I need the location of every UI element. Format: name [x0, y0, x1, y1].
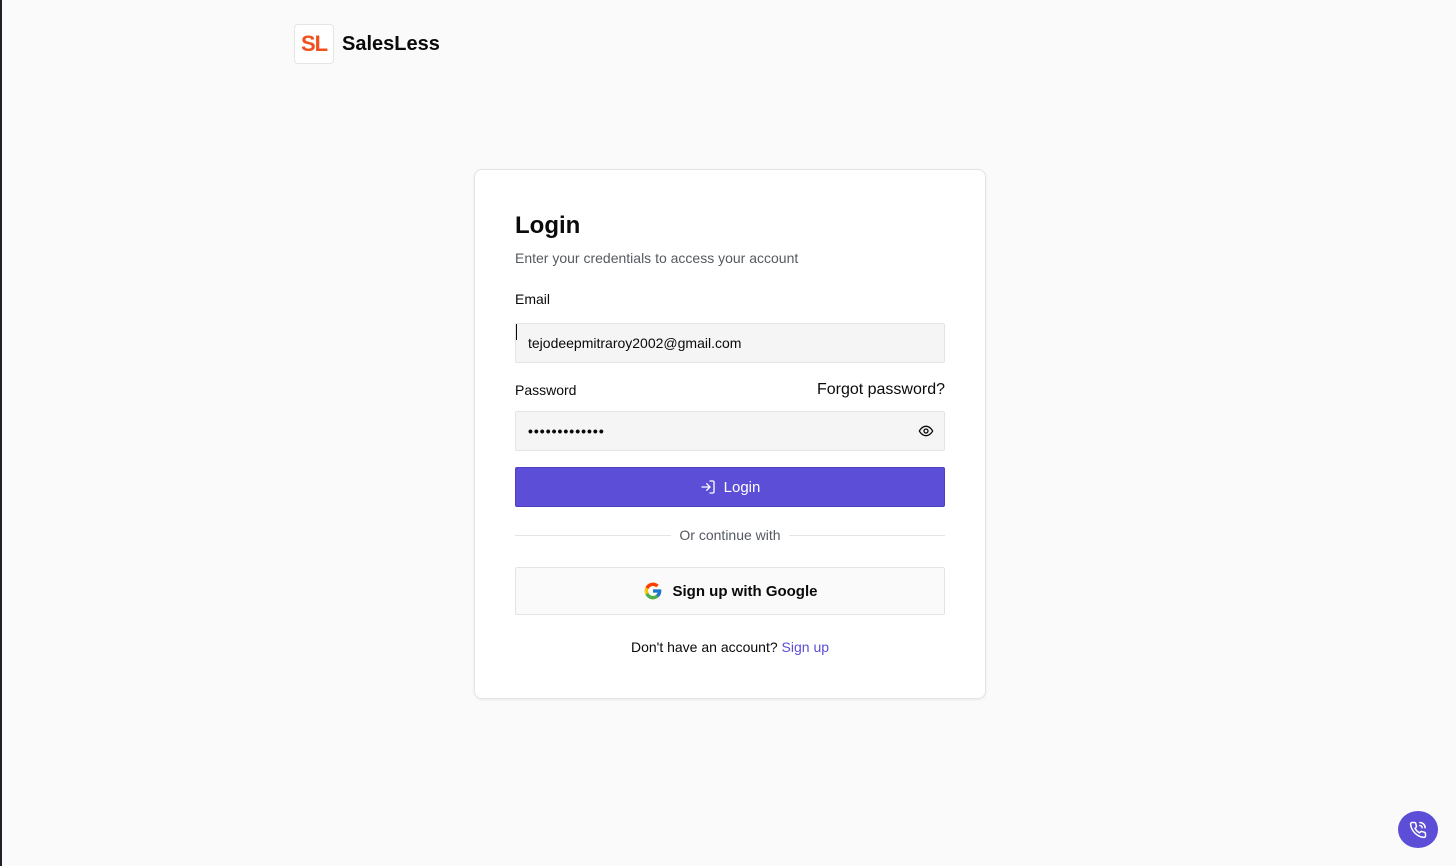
- email-input[interactable]: tejodeepmitraroy2002@gmail.com: [515, 323, 945, 363]
- password-value: •••••••••••••: [528, 423, 605, 439]
- brand-logo: SL: [294, 24, 334, 64]
- phone-call-icon: [1409, 821, 1427, 838]
- password-label: Password: [515, 382, 577, 398]
- login-button[interactable]: Login: [515, 467, 945, 507]
- divider-line-right: [788, 534, 946, 536]
- divider: Or continue with: [515, 527, 946, 543]
- window-edge: [0, 0, 2, 866]
- forgot-password-link[interactable]: Forgot password?: [817, 381, 945, 399]
- text-cursor: [516, 324, 517, 340]
- email-label: Email: [515, 291, 551, 307]
- eye-icon[interactable]: [918, 423, 934, 439]
- login-subtitle: Enter your credentials to access your ac…: [515, 250, 799, 266]
- google-button-label: Sign up with Google: [672, 582, 818, 600]
- divider-line-left: [515, 534, 672, 536]
- login-card: Login Enter your credentials to access y…: [474, 169, 986, 699]
- brand-name: SalesLess: [342, 32, 440, 55]
- call-button[interactable]: [1398, 811, 1438, 848]
- signup-row: Don't have an account? Sign up: [515, 639, 945, 655]
- login-button-label: Login: [723, 478, 761, 496]
- login-arrow-icon: [700, 480, 715, 494]
- signup-link[interactable]: Sign up: [782, 639, 829, 655]
- brand-header[interactable]: SL SalesLess: [294, 24, 440, 64]
- email-value: tejodeepmitraroy2002@gmail.com: [528, 335, 742, 351]
- password-input[interactable]: •••••••••••••: [515, 411, 945, 451]
- signup-prompt: Don't have an account?: [630, 639, 778, 655]
- google-icon: [644, 582, 661, 600]
- divider-text: Or continue with: [679, 527, 781, 543]
- login-title: Login: [515, 212, 581, 239]
- google-signup-button[interactable]: Sign up with Google: [515, 567, 945, 615]
